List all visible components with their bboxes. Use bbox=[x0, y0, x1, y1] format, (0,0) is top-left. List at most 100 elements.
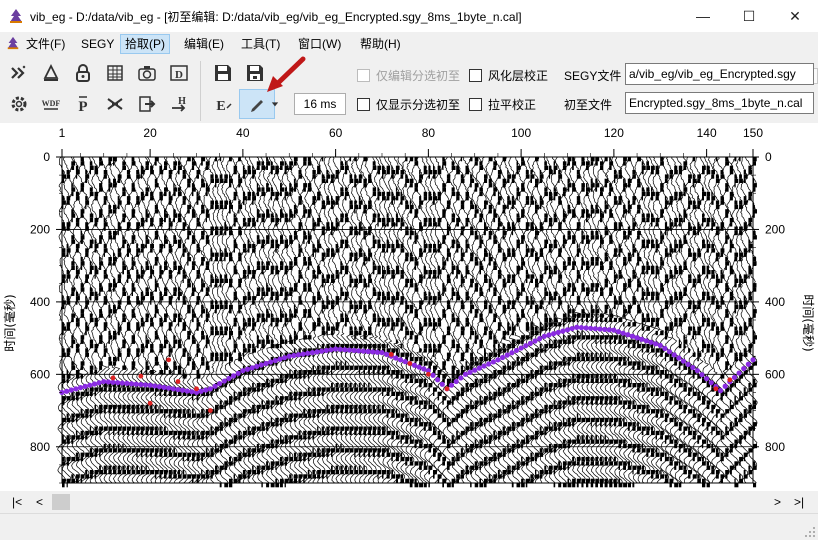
pick-point[interactable] bbox=[97, 380, 102, 385]
pick-point[interactable] bbox=[514, 348, 519, 353]
pick-point[interactable] bbox=[412, 363, 417, 368]
first-break-file-field[interactable]: Encrypted.sgy_8ms_1byte_n.cal bbox=[625, 92, 814, 114]
pick-point[interactable] bbox=[287, 354, 292, 359]
edit-e-icon[interactable]: E bbox=[210, 91, 236, 117]
pick-point[interactable] bbox=[347, 347, 352, 352]
pick-point[interactable] bbox=[263, 361, 268, 366]
pick-point[interactable] bbox=[83, 384, 88, 389]
pick-point[interactable] bbox=[268, 359, 273, 364]
pick-point[interactable] bbox=[231, 373, 236, 378]
interval-input[interactable]: 16 ms bbox=[294, 93, 346, 115]
wdf-icon[interactable]: WDF bbox=[38, 91, 64, 117]
menu-file[interactable]: 文件(F) bbox=[22, 35, 69, 53]
pick-point[interactable] bbox=[519, 345, 524, 350]
pick-point[interactable] bbox=[588, 326, 593, 331]
pick-point[interactable] bbox=[602, 327, 607, 332]
pick-point-alt[interactable] bbox=[194, 386, 199, 391]
pick-point[interactable] bbox=[672, 352, 677, 357]
pick-point[interactable] bbox=[361, 349, 366, 354]
pick-point[interactable] bbox=[440, 382, 445, 387]
pick-point[interactable] bbox=[607, 327, 612, 332]
pick-point[interactable] bbox=[621, 331, 626, 336]
pick-point[interactable] bbox=[537, 336, 542, 341]
pick-point[interactable] bbox=[648, 340, 653, 345]
pick-point[interactable] bbox=[611, 328, 616, 333]
pick-point[interactable] bbox=[597, 326, 602, 331]
pick-point[interactable] bbox=[370, 349, 375, 354]
close-button[interactable]: ✕ bbox=[772, 0, 818, 32]
pick-point[interactable] bbox=[92, 381, 97, 386]
pick-point[interactable] bbox=[236, 371, 241, 376]
pick-point[interactable] bbox=[106, 379, 111, 384]
pick-point[interactable] bbox=[583, 325, 588, 330]
pick-point[interactable] bbox=[314, 349, 319, 354]
pick-point[interactable] bbox=[560, 329, 565, 334]
pick-point[interactable] bbox=[356, 348, 361, 353]
settings-icon[interactable] bbox=[6, 91, 32, 117]
menu-segy[interactable]: SEGY bbox=[77, 35, 118, 53]
pick-point[interactable] bbox=[509, 350, 514, 355]
pick-point[interactable] bbox=[226, 376, 231, 381]
pick-point[interactable] bbox=[542, 334, 547, 339]
pick-point[interactable] bbox=[630, 334, 635, 339]
pick-point[interactable] bbox=[472, 368, 477, 373]
pick-point[interactable] bbox=[134, 382, 139, 387]
pick-point[interactable] bbox=[662, 346, 667, 351]
pick-point[interactable] bbox=[384, 352, 389, 357]
pick-point[interactable] bbox=[695, 368, 700, 373]
pick-point[interactable] bbox=[468, 370, 473, 375]
seismic-canvas[interactable]: 1204060801001201401500020020040040060060… bbox=[0, 123, 818, 491]
pick-point[interactable] bbox=[505, 353, 510, 358]
pick-point[interactable] bbox=[398, 357, 403, 362]
pick-point-alt[interactable] bbox=[389, 352, 394, 357]
pick-point[interactable] bbox=[259, 362, 264, 367]
menu-window[interactable]: 窗口(W) bbox=[294, 35, 345, 53]
pick-point-alt[interactable] bbox=[148, 401, 153, 406]
pick-point[interactable] bbox=[277, 357, 282, 362]
pick-point[interactable] bbox=[634, 335, 639, 340]
pick-point[interactable] bbox=[704, 376, 709, 381]
pick-point[interactable] bbox=[736, 370, 741, 375]
pick-point[interactable] bbox=[217, 381, 222, 386]
pick-point[interactable] bbox=[101, 379, 106, 384]
pick-point[interactable] bbox=[653, 341, 658, 346]
pick-point[interactable] bbox=[393, 355, 398, 360]
pick-point-alt[interactable] bbox=[176, 379, 181, 384]
pick-point[interactable] bbox=[500, 355, 505, 360]
pick-point[interactable] bbox=[416, 364, 421, 369]
pick-point[interactable] bbox=[491, 359, 496, 364]
pick-point-alt[interactable] bbox=[111, 376, 116, 381]
pick-point-alt[interactable] bbox=[445, 386, 450, 391]
pick-point[interactable] bbox=[64, 389, 69, 394]
segy-file-field[interactable]: a/vib_eg/vib_eg_Encrypted.sgy bbox=[625, 63, 814, 85]
pick-point[interactable] bbox=[463, 372, 468, 377]
pick-point[interactable] bbox=[301, 351, 306, 356]
pick-point[interactable] bbox=[203, 387, 208, 392]
pick-point[interactable] bbox=[681, 359, 686, 364]
camera-icon[interactable] bbox=[134, 60, 160, 86]
only-edit-selected-checkbox[interactable]: 仅编辑分选初至 bbox=[357, 67, 460, 84]
pick-point[interactable] bbox=[78, 385, 83, 390]
pick-point[interactable] bbox=[741, 366, 746, 371]
menu-edit[interactable]: 编辑(E) bbox=[180, 35, 228, 53]
pick-point[interactable] bbox=[273, 358, 278, 363]
pick-point[interactable] bbox=[180, 388, 185, 393]
pick-point[interactable] bbox=[644, 338, 649, 343]
seismic-plot[interactable]: 1204060801001201401500020020040040060060… bbox=[0, 123, 818, 491]
pick-point[interactable] bbox=[486, 361, 491, 366]
pick-point[interactable] bbox=[148, 383, 153, 388]
h-arrow-icon[interactable]: H bbox=[166, 91, 192, 117]
save-icon[interactable] bbox=[210, 60, 236, 86]
crossover-icon[interactable] bbox=[102, 91, 128, 117]
pick-point[interactable] bbox=[254, 364, 259, 369]
pick-point[interactable] bbox=[319, 349, 324, 354]
pick-point[interactable] bbox=[685, 362, 690, 367]
antenna-icon[interactable] bbox=[38, 60, 64, 86]
pick-point[interactable] bbox=[129, 381, 134, 386]
pick-point[interactable] bbox=[565, 327, 570, 332]
pick-point[interactable] bbox=[746, 362, 751, 367]
pick-point[interactable] bbox=[639, 337, 644, 342]
pick-point[interactable] bbox=[574, 325, 579, 330]
pick-point[interactable] bbox=[152, 383, 157, 388]
pick-point[interactable] bbox=[69, 387, 74, 392]
